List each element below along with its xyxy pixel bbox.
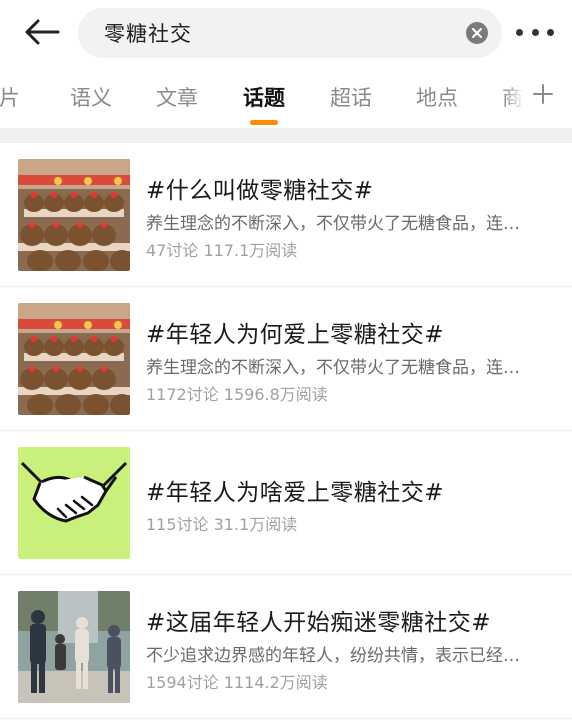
tab-semantic[interactable]: 语义 <box>70 82 112 112</box>
top-bar: 零糖社交 <box>0 0 572 64</box>
search-input[interactable]: 零糖社交 <box>78 8 502 58</box>
topic-title: #年轻人为啥爱上零糖社交# <box>146 480 445 506</box>
topic-item[interactable]: #年轻人为何爱上零糖社交# 养生理念的不断深入，不仅带火了无糖食品，连… 117… <box>0 287 572 431</box>
topic-stats: 1594讨论 1114.2万阅读 <box>146 673 328 692</box>
topic-thumbnail <box>18 591 130 703</box>
topic-thumbnail <box>18 303 130 415</box>
topic-title: #年轻人为何爱上零糖社交# <box>146 322 445 348</box>
topic-description: 养生理念的不断深入，不仅带火了无糖食品，连… <box>146 214 520 234</box>
topic-stats: 1172讨论 1596.8万阅读 <box>146 385 328 404</box>
tab-shop[interactable]: 商 <box>502 82 523 112</box>
topic-thumbnail <box>18 159 130 271</box>
clear-icon[interactable] <box>466 22 488 44</box>
more-icon[interactable] <box>516 26 554 38</box>
tab-images[interactable]: 图片 <box>0 82 20 112</box>
search-query: 零糖社交 <box>104 22 192 46</box>
section-divider <box>0 128 572 143</box>
topic-thumbnail <box>18 447 130 559</box>
tab-topics[interactable]: 话题 <box>243 82 285 112</box>
tab-super-topics[interactable]: 超话 <box>330 82 372 112</box>
tab-places[interactable]: 地点 <box>416 82 458 112</box>
plus-icon[interactable] <box>528 76 558 112</box>
topic-stats: 115讨论 31.1万阅读 <box>146 515 298 534</box>
topic-title: #什么叫做零糖社交# <box>146 178 374 204</box>
topic-title: #这届年轻人开始痴迷零糖社交# <box>146 610 492 636</box>
active-tab-indicator <box>250 120 278 125</box>
tab-articles[interactable]: 文章 <box>156 82 198 112</box>
topic-description: 养生理念的不断深入，不仅带火了无糖食品，连… <box>146 358 520 378</box>
topic-item[interactable]: #什么叫做零糖社交# 养生理念的不断深入，不仅带火了无糖食品，连… 47讨论 1… <box>0 143 572 287</box>
back-arrow-icon[interactable] <box>22 14 62 50</box>
topic-stats: 47讨论 117.1万阅读 <box>146 241 298 260</box>
topic-description: 不少追求边界感的年轻人，纷纷共情，表示已经… <box>146 646 520 666</box>
tab-bar: 图片 语义 文章 话题 超话 地点 商 <box>0 64 572 128</box>
topic-item[interactable]: #这届年轻人开始痴迷零糖社交# 不少追求边界感的年轻人，纷纷共情，表示已经… 1… <box>0 575 572 719</box>
topic-item[interactable]: #年轻人为啥爱上零糖社交# 115讨论 31.1万阅读 <box>0 431 572 575</box>
